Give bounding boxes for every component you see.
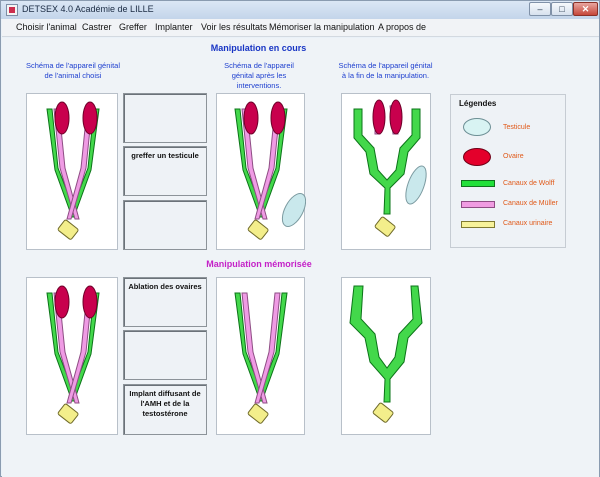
window-title: DETSEX 4.0 Académie de LILLE [22, 4, 154, 14]
current-operation-1 [123, 93, 207, 143]
legend-title: Légendes [459, 99, 497, 108]
legend-label-muller: Canaux de Müller [503, 200, 558, 207]
menu-about[interactable]: A propos de [378, 22, 426, 32]
memorized-diagram-end [341, 277, 431, 435]
legend-label-urinary: Canaux urinaire [503, 220, 553, 227]
memorized-end-diagram [349, 285, 423, 423]
caption-chosen-animal: Schéma de l'appareil génital de l'animal… [26, 61, 120, 80]
memorized-manipulation-heading: Manipulation mémorisée [206, 259, 312, 269]
final-reproductive-diagram [353, 99, 427, 237]
maximize-button[interactable]: □ [551, 2, 573, 16]
current-manipulation-heading: Manipulation en cours [210, 43, 307, 53]
close-button[interactable]: ✕ [573, 2, 598, 16]
caption-after-interventions: Schéma de l'appareil génital après les i… [224, 61, 294, 90]
testicle-icon [463, 118, 491, 136]
menu-castrate[interactable]: Castrer [82, 22, 112, 32]
menu-bar: Choisir l'animal Castrer Greffer Implant… [2, 19, 599, 37]
minimize-button[interactable]: – [529, 2, 551, 16]
menu-implant[interactable]: Implanter [155, 22, 193, 32]
legend-panel: Légendes Testicule Ovaire Canaux de Wolf… [450, 94, 566, 248]
memorized-after-diagram [234, 292, 288, 424]
memorized-operation-2 [123, 330, 207, 380]
app-icon [6, 4, 18, 16]
memorized-female-diagram [46, 285, 100, 424]
menu-memorize[interactable]: Mémoriser la manipulation [269, 22, 375, 32]
title-bar: DETSEX 4.0 Académie de LILLE – □ ✕ [1, 1, 599, 19]
memorized-operation-1: Ablation des ovaires [123, 277, 207, 327]
legend-label-testicle: Testicule [503, 124, 531, 131]
wolff-duct-icon [461, 180, 495, 187]
female-reproductive-diagram [46, 101, 100, 240]
diagram-chosen-animal [26, 93, 118, 250]
caption-end-manipulation: Schéma de l'appareil génital à la fin de… [338, 61, 433, 80]
memorized-diagram-chosen [26, 277, 118, 435]
menu-graft[interactable]: Greffer [119, 22, 147, 32]
legend-label-wolff: Canaux de Wolff [503, 180, 555, 187]
app-window: DETSEX 4.0 Académie de LILLE – □ ✕ Chois… [0, 0, 600, 477]
memorized-operation-3: Implant diffusant de l'AMH et de la test… [123, 384, 207, 435]
diagram-end-manipulation [341, 93, 431, 250]
urinary-duct-icon [461, 221, 495, 228]
grafted-reproductive-diagram [234, 101, 306, 240]
menu-choose-animal[interactable]: Choisir l'animal [16, 22, 77, 32]
menu-results[interactable]: Voir les résultats [201, 22, 267, 32]
ovary-icon [463, 148, 491, 166]
legend-label-ovary: Ovaire [503, 153, 524, 160]
current-operation-3 [123, 200, 207, 250]
diagram-after-interventions [216, 93, 306, 250]
current-operation-2: greffer un testicule [123, 146, 207, 196]
muller-duct-icon [461, 201, 495, 208]
memorized-diagram-after [216, 277, 305, 435]
